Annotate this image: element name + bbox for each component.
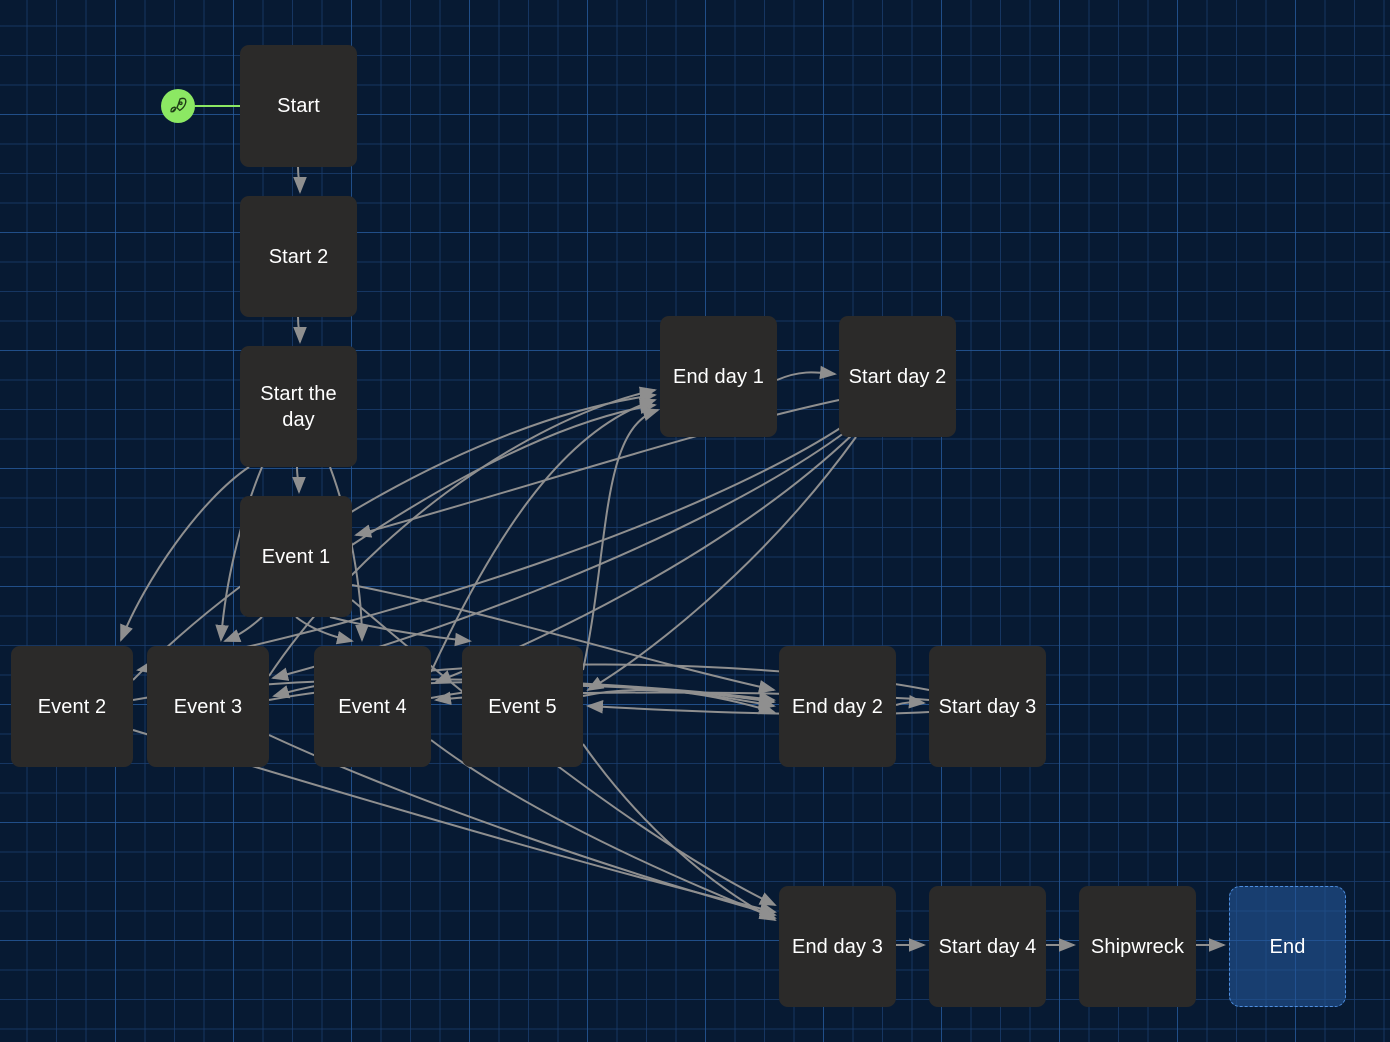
node-start2[interactable]: Start 2 (240, 196, 357, 317)
edge-event5-endday1[interactable] (582, 407, 660, 671)
edge-event1-event5[interactable] (329, 616, 472, 647)
node-start[interactable]: Start (240, 45, 357, 167)
edge-event5-endday3[interactable] (582, 743, 777, 921)
node-endday1[interactable]: End day 1 (660, 316, 777, 437)
edge-start-start2[interactable] (293, 166, 307, 194)
node-label: End day 1 (673, 365, 764, 388)
node-label: Event 4 (338, 695, 407, 718)
node-shipwreck[interactable]: Shipwreck (1079, 886, 1196, 1007)
node-label: Start day 3 (938, 695, 1037, 718)
node-event3[interactable]: Event 3 (147, 646, 269, 767)
rocket-icon (168, 96, 188, 116)
node-label: Start (277, 95, 320, 117)
edge-start2-startday[interactable] (293, 316, 307, 344)
node-label: Start the day (260, 382, 337, 431)
node-event5[interactable]: Event 5 (462, 646, 583, 767)
edge-startday2-event3[interactable] (271, 429, 849, 681)
node-endday3[interactable]: End day 3 (779, 886, 896, 1007)
node-end[interactable]: End (1229, 886, 1346, 1007)
start-badge-link (195, 105, 243, 107)
edge-event1-endday1[interactable] (351, 400, 657, 546)
edge-event1-event3[interactable] (223, 616, 263, 642)
node-label: Shipwreck (1090, 935, 1185, 958)
edge-event5-endday2[interactable] (582, 688, 776, 715)
node-label: End day 3 (792, 935, 883, 958)
node-label: Event 2 (37, 695, 107, 718)
edge-event1-event4[interactable] (295, 616, 354, 645)
node-label: End day 2 (792, 695, 883, 718)
edge-endday1-startday2[interactable] (776, 365, 837, 381)
edge-event2-endday1[interactable] (132, 390, 657, 681)
flow-canvas[interactable]: Start Start 2 Start the day Event 1 Event 2 E… (0, 0, 1390, 1042)
node-label: Start day 2 (848, 365, 947, 388)
node-label: Event 1 (261, 545, 331, 568)
node-startday[interactable]: Start the day (240, 346, 357, 467)
node-event2[interactable]: Event 2 (11, 646, 133, 767)
edge-startday-event2[interactable] (120, 466, 250, 642)
node-event1[interactable]: Event 1 (240, 496, 352, 617)
node-label: Event 3 (173, 695, 243, 718)
start-badge[interactable] (161, 89, 195, 123)
node-label: Start 2 (268, 245, 329, 268)
edge-startday-event1[interactable] (292, 466, 306, 494)
node-label: Event 5 (488, 695, 557, 718)
node-label: Start day 4 (938, 935, 1037, 958)
edge-event4-endday1[interactable] (430, 398, 657, 673)
node-startday2[interactable]: Start day 2 (839, 316, 956, 437)
node-startday3[interactable]: Start day 3 (929, 646, 1046, 767)
edge-endday2-startday3[interactable] (895, 694, 926, 709)
node-startday4[interactable]: Start day 4 (929, 886, 1046, 1007)
edge-startday2-event4[interactable] (434, 434, 853, 684)
node-event4[interactable]: Event 4 (314, 646, 431, 767)
node-endday2[interactable]: End day 2 (779, 646, 896, 767)
node-label: End (1269, 935, 1306, 958)
